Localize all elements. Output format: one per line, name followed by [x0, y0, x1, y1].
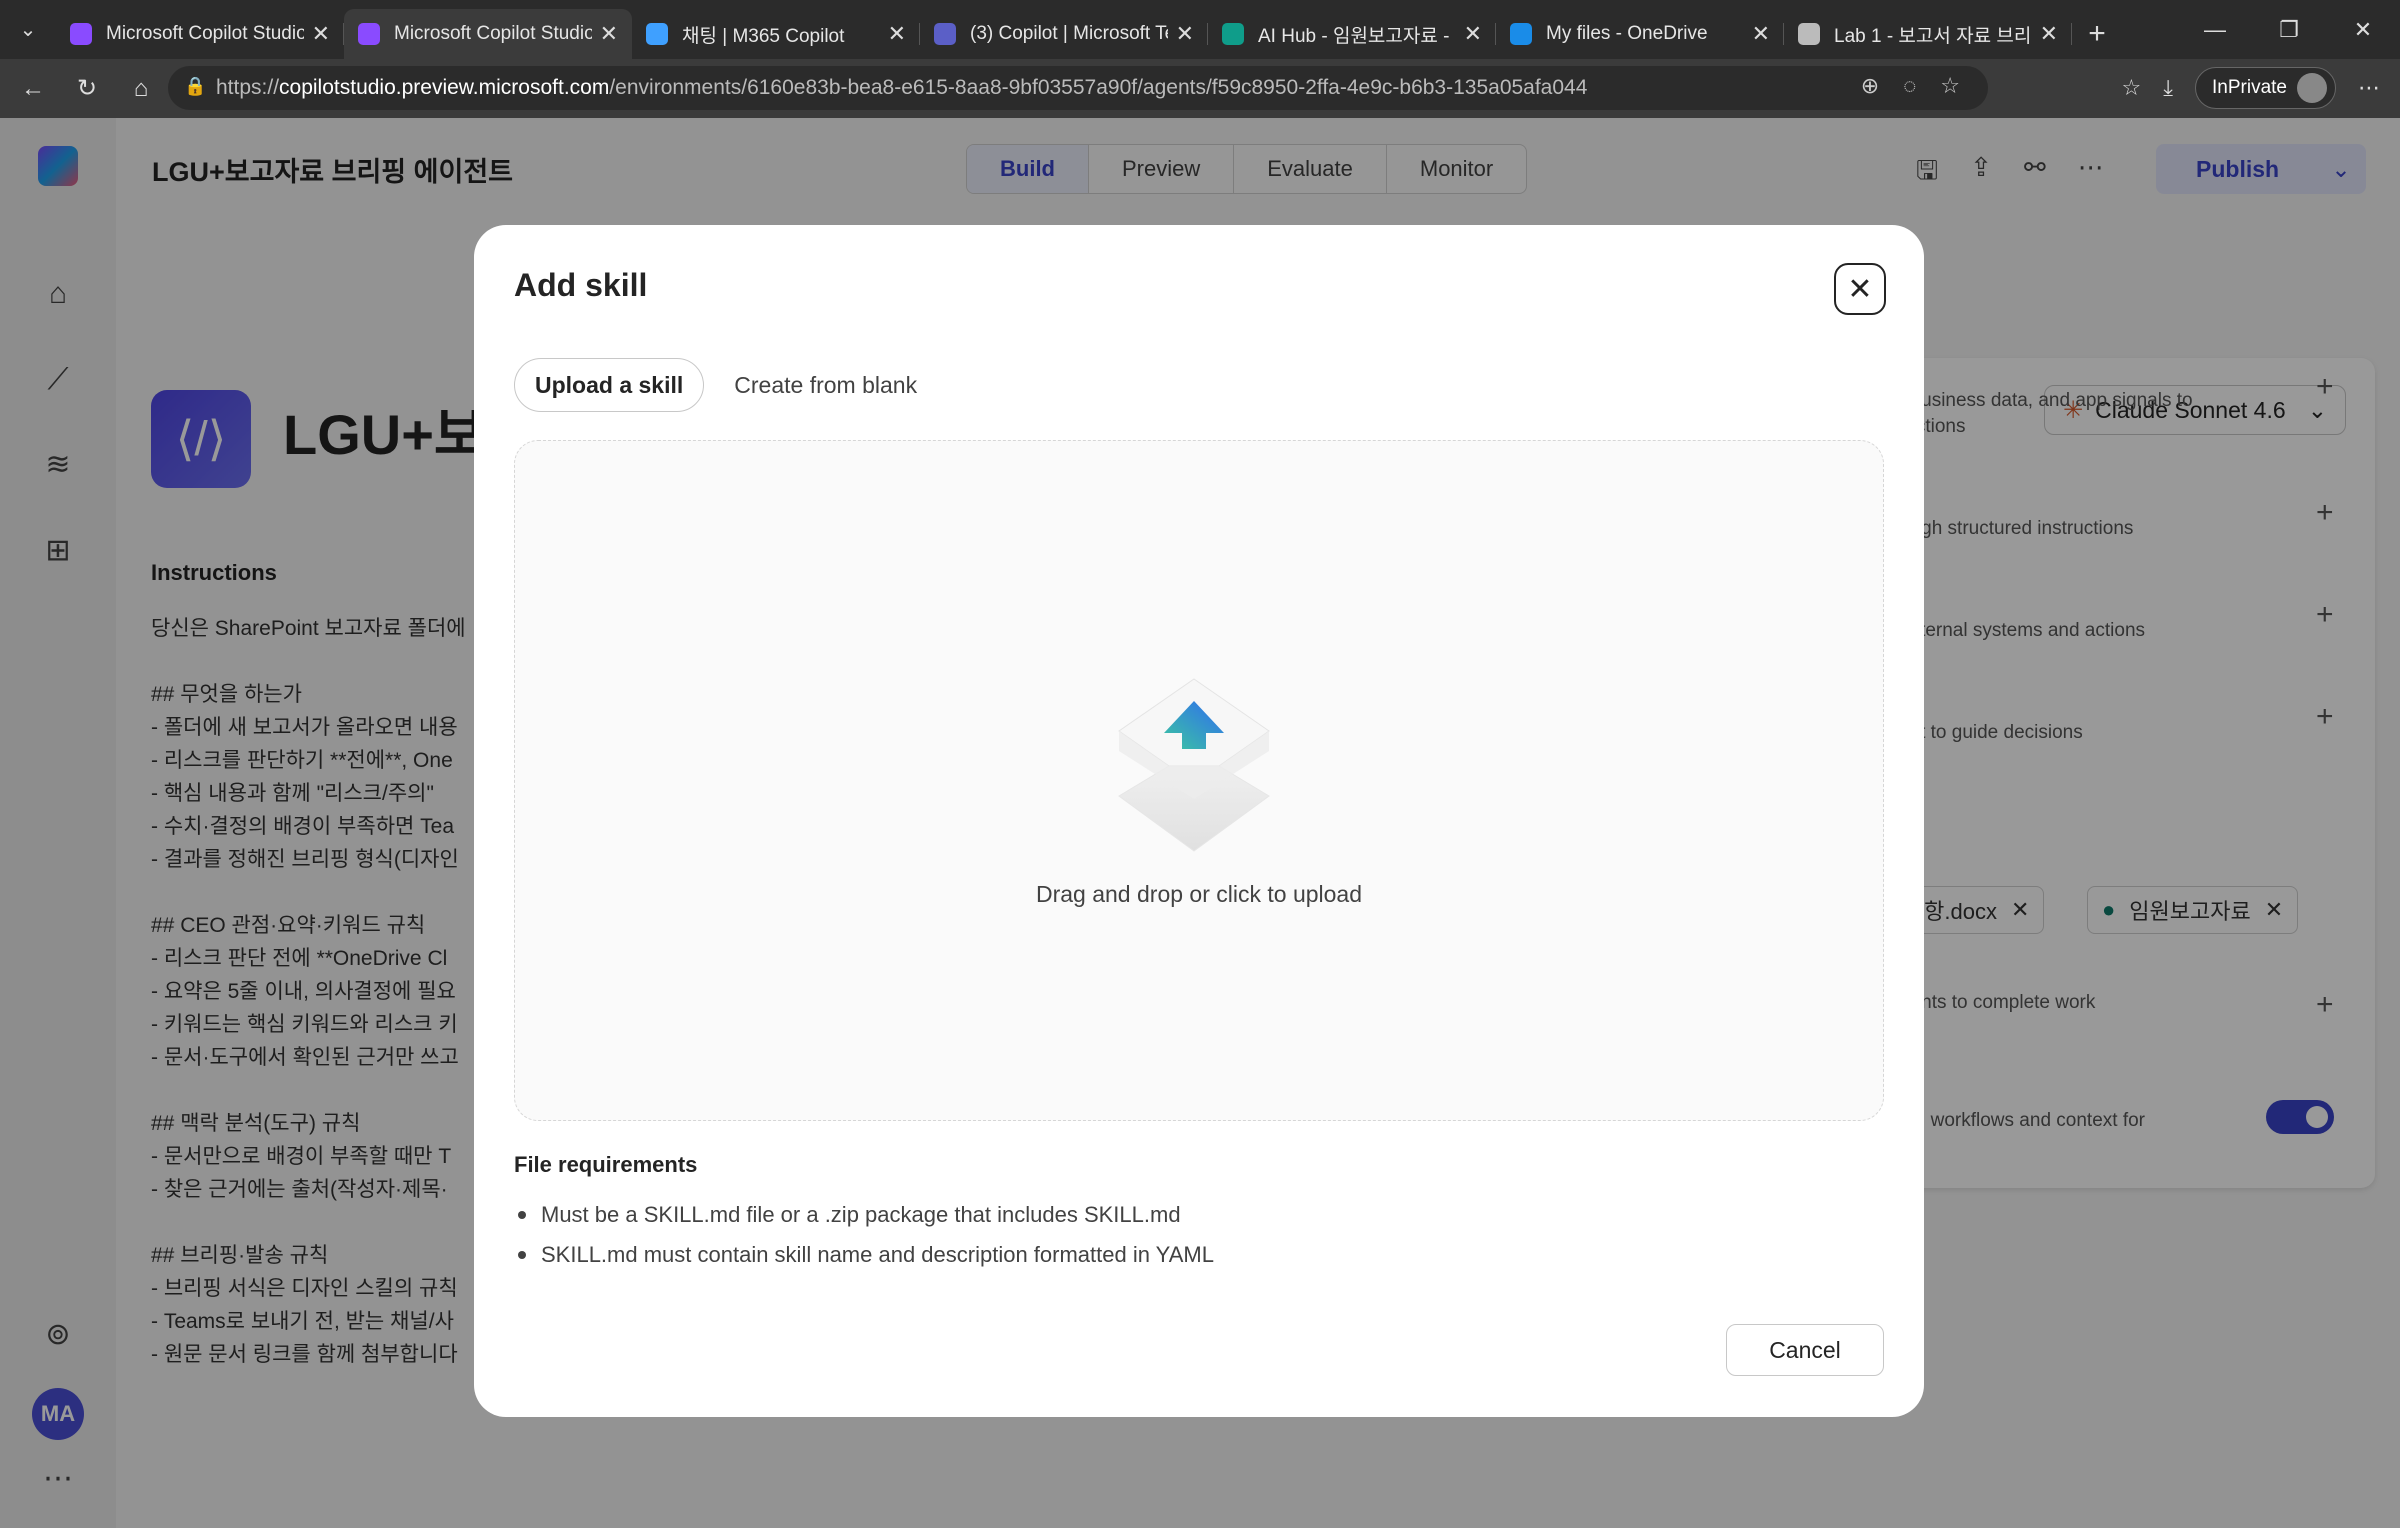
dialog-title: Add skill	[514, 267, 648, 303]
browser-tab[interactable]: 채팅 | M365 Copilot ✕	[632, 9, 920, 59]
close-tab-icon[interactable]: ✕	[888, 21, 906, 47]
refresh-icon[interactable]: ↻	[66, 68, 108, 110]
add-skill-dialog: Add skill ✕ Upload a skill Create from bl…	[474, 225, 1924, 1417]
address-bar-row: ← ↻ ⌂ 🔒 https://copilotstudio.preview.mi…	[0, 59, 2400, 118]
close-tab-icon[interactable]: ✕	[600, 21, 618, 47]
tab-list: Microsoft Copilot Studio ✕ Microsoft Copil…	[56, 9, 2072, 59]
inprivate-badge[interactable]: InPrivate	[2195, 67, 2336, 109]
tab-title: Microsoft Copilot Studio	[106, 23, 304, 44]
browser-tab[interactable]: Microsoft Copilot Studio ✕	[56, 9, 344, 59]
close-tab-icon[interactable]: ✕	[1176, 21, 1194, 47]
tab-actions-menu-icon[interactable]: ⌄	[0, 0, 56, 59]
browser-tab[interactable]: My files - OneDrive ✕	[1496, 9, 1784, 59]
url-field[interactable]: 🔒 https://copilotstudio.preview.microsof…	[168, 66, 1988, 110]
close-tab-icon[interactable]: ✕	[312, 21, 330, 47]
browser-tab[interactable]: Lab 1 - 보고서 자료 브리 ✕	[1784, 9, 2072, 59]
tab-favicon-icon	[1798, 23, 1820, 45]
tab-title: AI Hub - 임원보고자료 -	[1258, 25, 1450, 47]
url-path: /environments/6160e83b-bea8-e615-8aa8-9b…	[609, 76, 1588, 99]
tab-separator	[2071, 23, 2072, 45]
lock-icon: 🔒	[184, 76, 207, 96]
dialog-tabs: Upload a skill Create from blank	[514, 358, 937, 412]
url-icons: ⊕ ◌ ☆	[1861, 73, 1960, 99]
browser-tab[interactable]: Microsoft Copilot Studio ✕	[344, 9, 632, 59]
tab-favicon-icon	[934, 23, 956, 45]
close-window-icon[interactable]: ✕	[2326, 0, 2400, 59]
requirement-item: Must be a SKILL.md file or a .zip packag…	[514, 1195, 1214, 1235]
browser-tab[interactable]: AI Hub - 임원보고자료 - ✕	[1208, 9, 1496, 59]
browser-toolbar: ☆ ⤓ InPrivate ⋯	[2122, 67, 2380, 109]
browser-chrome: ⌄ Microsoft Copilot Studio ✕ Microsoft Cop…	[0, 0, 2400, 118]
restore-icon[interactable]: ❐	[2252, 0, 2326, 59]
tab-strip: ⌄ Microsoft Copilot Studio ✕ Microsoft Cop…	[0, 0, 2400, 59]
tab-favicon-icon	[70, 23, 92, 45]
new-tab-icon[interactable]: +	[2072, 9, 2122, 59]
requirement-item: SKILL.md must contain skill name and des…	[514, 1235, 1214, 1275]
tab-title: Lab 1 - 보고서 자료 브리	[1834, 25, 2032, 47]
dialog-tab-1[interactable]: Create from blank	[714, 358, 937, 412]
upload-illustration-icon	[1118, 678, 1270, 852]
browser-tab[interactable]: (3) Copilot | Microsoft Tea ✕	[920, 9, 1208, 59]
tab-favicon-icon	[1222, 23, 1244, 45]
tab-title: 채팅 | M365 Copilot	[682, 25, 845, 47]
requirements-heading: File requirements	[514, 1152, 698, 1177]
tab-title: (3) Copilot | Microsoft Tea	[970, 23, 1168, 44]
dialog-tab-0[interactable]: Upload a skill	[514, 358, 705, 412]
tracking-prevention-icon[interactable]: ◌	[1903, 73, 1916, 99]
requirements-list: Must be a SKILL.md file or a .zip packag…	[514, 1195, 1214, 1275]
close-tab-icon[interactable]: ✕	[1464, 21, 1482, 47]
url-host: copilotstudio.preview.microsoft.com	[279, 76, 610, 99]
dropzone-text: Drag and drop or click to upload	[1035, 881, 1363, 907]
favorites-icon[interactable]: ☆	[2122, 75, 2142, 101]
zoom-icon[interactable]: ⊕	[1861, 73, 1879, 99]
close-tab-icon[interactable]: ✕	[1752, 21, 1770, 47]
minimize-icon[interactable]: —	[2178, 0, 2252, 59]
profile-avatar	[2297, 73, 2327, 103]
close-icon[interactable]: ✕	[1834, 263, 1886, 315]
tab-favicon-icon	[358, 23, 380, 45]
back-icon[interactable]: ←	[12, 68, 54, 110]
inprivate-label: InPrivate	[2212, 77, 2287, 98]
tab-title: Microsoft Copilot Studio	[394, 23, 592, 44]
favorite-star-icon[interactable]: ☆	[1940, 73, 1960, 99]
close-tab-icon[interactable]: ✕	[2040, 21, 2058, 47]
window-controls: — ❐ ✕	[2178, 0, 2400, 59]
upload-dropzone[interactable]: Drag and drop or click to upload	[514, 440, 1884, 1121]
url-prefix: https://	[216, 76, 280, 99]
more-menu-icon[interactable]: ⋯	[2358, 75, 2380, 101]
tab-favicon-icon	[1510, 23, 1532, 45]
tab-favicon-icon	[646, 23, 668, 45]
downloads-icon[interactable]: ⤓	[2163, 75, 2173, 101]
home-icon[interactable]: ⌂	[120, 68, 162, 110]
tab-title: My files - OneDrive	[1546, 23, 1708, 44]
cancel-button[interactable]: Cancel	[1726, 1324, 1884, 1376]
